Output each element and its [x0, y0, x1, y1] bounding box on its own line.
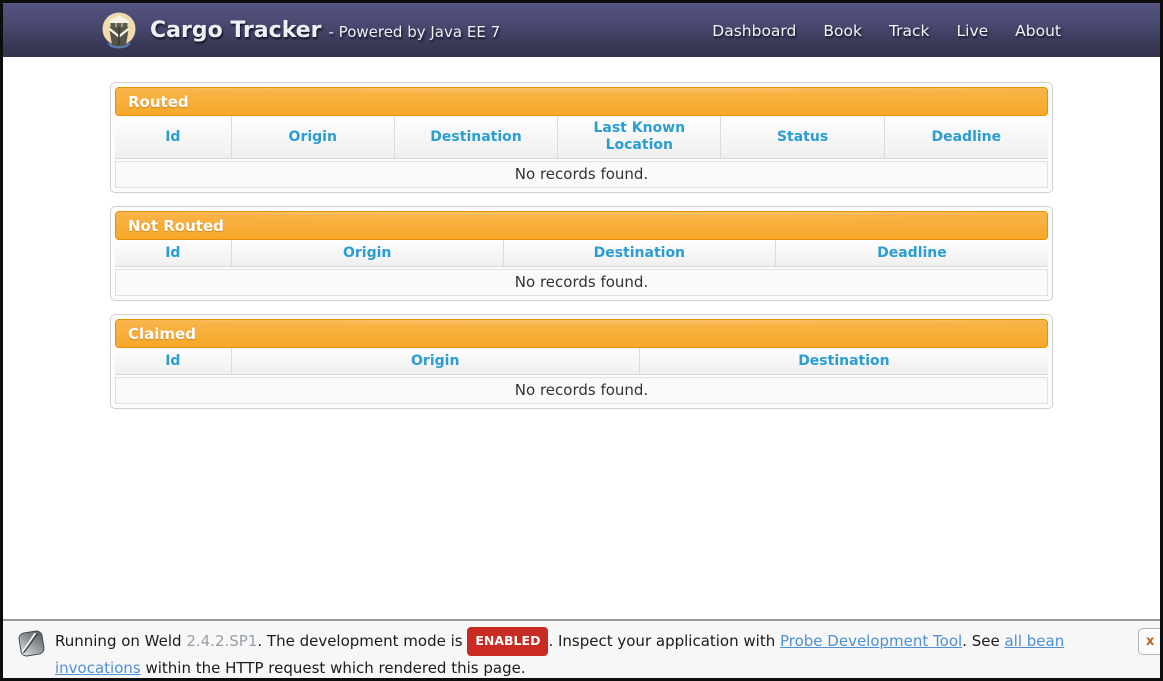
- panel-not-routed: Not Routed IdOriginDestinationDeadlineNo …: [110, 206, 1053, 301]
- nav-link-book[interactable]: Book: [823, 22, 862, 40]
- column-header-last-known-location: Last Known Location: [558, 116, 721, 159]
- weld-link-probe-development-tool[interactable]: Probe Development Tool: [780, 632, 962, 650]
- panel-header: Routed: [115, 87, 1048, 116]
- column-header-status: Status: [721, 116, 884, 159]
- top-navbar: Cargo Tracker - Powered by Java EE 7 Dash…: [3, 3, 1160, 57]
- nav-link-track[interactable]: Track: [889, 22, 930, 40]
- column-header-origin: Origin: [232, 116, 395, 159]
- main-nav: Dashboard Book Track Live About: [712, 22, 1160, 40]
- panel-title: Not Routed: [116, 217, 224, 235]
- nav-link-about[interactable]: About: [1015, 22, 1061, 40]
- app-subtitle: - Powered by Java EE 7: [329, 23, 501, 41]
- weld-dev-mode-bar: Running on Weld 2.4.2.SP1. The developme…: [3, 619, 1160, 678]
- dashboard-content: RoutedIdOriginDestinationLast Known Loca…: [3, 57, 1160, 409]
- weld-text: . Inspect your application with: [548, 632, 780, 650]
- page-title: Cargo Tracker - Powered by Java EE 7: [150, 18, 500, 43]
- weld-text: . The development mode is: [257, 632, 467, 650]
- column-header-origin: Origin: [232, 348, 640, 375]
- column-header-origin: Origin: [232, 240, 504, 267]
- table-header-row: IdOriginDestinationDeadline: [115, 240, 1048, 267]
- nav-link-live[interactable]: Live: [957, 22, 989, 40]
- table-header-row: IdOriginDestinationLast Known LocationSt…: [115, 116, 1048, 159]
- app-window: Cargo Tracker - Powered by Java EE 7 Dash…: [0, 0, 1163, 681]
- app-title: Cargo Tracker: [150, 18, 322, 43]
- weld-logo-icon: [16, 628, 47, 659]
- weld-text: . See: [962, 632, 1004, 650]
- brand: Cargo Tracker - Powered by Java EE 7: [100, 11, 500, 51]
- panel-title: Claimed: [116, 325, 196, 343]
- dev-mode-enabled-badge: ENABLED: [467, 627, 548, 656]
- column-header-id: Id: [115, 348, 232, 375]
- weld-text: Running on Weld: [55, 632, 186, 650]
- nav-link-dashboard[interactable]: Dashboard: [712, 22, 796, 40]
- panel-title: Routed: [116, 93, 189, 111]
- column-header-id: Id: [115, 240, 232, 267]
- empty-table-message: No records found.: [115, 161, 1048, 188]
- weld-message: Running on Weld 2.4.2.SP1. The developme…: [55, 632, 1064, 677]
- panel-header: Not Routed: [115, 211, 1048, 240]
- panel-routed: Routed IdOriginDestinationLast Known Loca…: [110, 82, 1053, 193]
- close-weld-bar-button[interactable]: x: [1138, 628, 1163, 655]
- panel-claimed: Claimed IdOriginDestinationNo records fou…: [110, 314, 1053, 409]
- empty-table-message: No records found.: [115, 377, 1048, 404]
- empty-table-message: No records found.: [115, 269, 1048, 296]
- column-header-id: Id: [115, 116, 232, 159]
- column-header-deadline: Deadline: [776, 240, 1048, 267]
- column-header-deadline: Deadline: [885, 116, 1048, 159]
- panel-header: Claimed: [115, 319, 1048, 348]
- column-header-destination: Destination: [640, 348, 1048, 375]
- column-header-destination: Destination: [504, 240, 776, 267]
- weld-version: 2.4.2.SP1: [186, 632, 257, 650]
- table-header-row: IdOriginDestination: [115, 348, 1048, 375]
- column-header-destination: Destination: [395, 116, 558, 159]
- cargo-ship-logo-icon: [100, 11, 138, 51]
- weld-text: within the HTTP request which rendered t…: [141, 659, 526, 677]
